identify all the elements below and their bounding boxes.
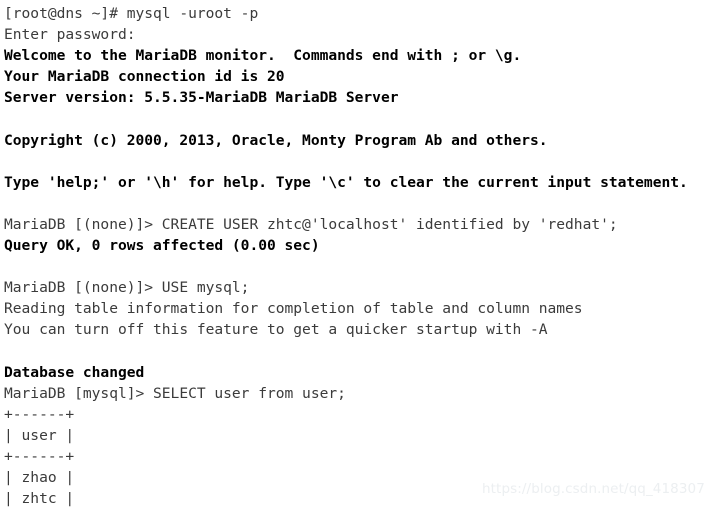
terminal-line: MariaDB [(none)]> USE mysql; (4, 279, 250, 297)
terminal-line: +------+ (4, 405, 75, 423)
terminal-output: [root@dns ~]# mysql -uroot -p Enter passw… (4, 3, 706, 511)
terminal-line: Reading table information for completion… (4, 300, 583, 318)
terminal-line: MariaDB [(none)]> CREATE USER zhtc@'loca… (4, 215, 618, 233)
terminal-line: MariaDB [mysql]> SELECT user from user; (4, 384, 346, 402)
terminal-line: Query OK, 0 rows affected (0.00 sec) (4, 237, 320, 255)
terminal-line: Server version: 5.5.35-MariaDB MariaDB S… (4, 89, 399, 107)
watermark-text: https://blog.csdn.net/qq_41830712 (482, 481, 706, 497)
terminal-line: Your MariaDB connection id is 20 (4, 68, 285, 86)
terminal-line: +------+ (4, 447, 75, 465)
terminal-line: | user | (4, 426, 75, 444)
terminal-line: Enter password: (4, 26, 136, 44)
terminal-line: You can turn off this feature to get a q… (4, 321, 548, 339)
terminal-line: [root@dns ~]# mysql -uroot -p (4, 5, 259, 22)
terminal-line: Welcome to the MariaDB monitor. Commands… (4, 47, 522, 65)
terminal-line: Type 'help;' or '\h' for help. Type '\c'… (4, 173, 688, 191)
terminal-line: Database changed (4, 363, 145, 381)
terminal-window[interactable]: [root@dns ~]# mysql -uroot -p Enter passw… (0, 0, 706, 511)
terminal-line: Copyright (c) 2000, 2013, Oracle, Monty … (4, 131, 548, 149)
